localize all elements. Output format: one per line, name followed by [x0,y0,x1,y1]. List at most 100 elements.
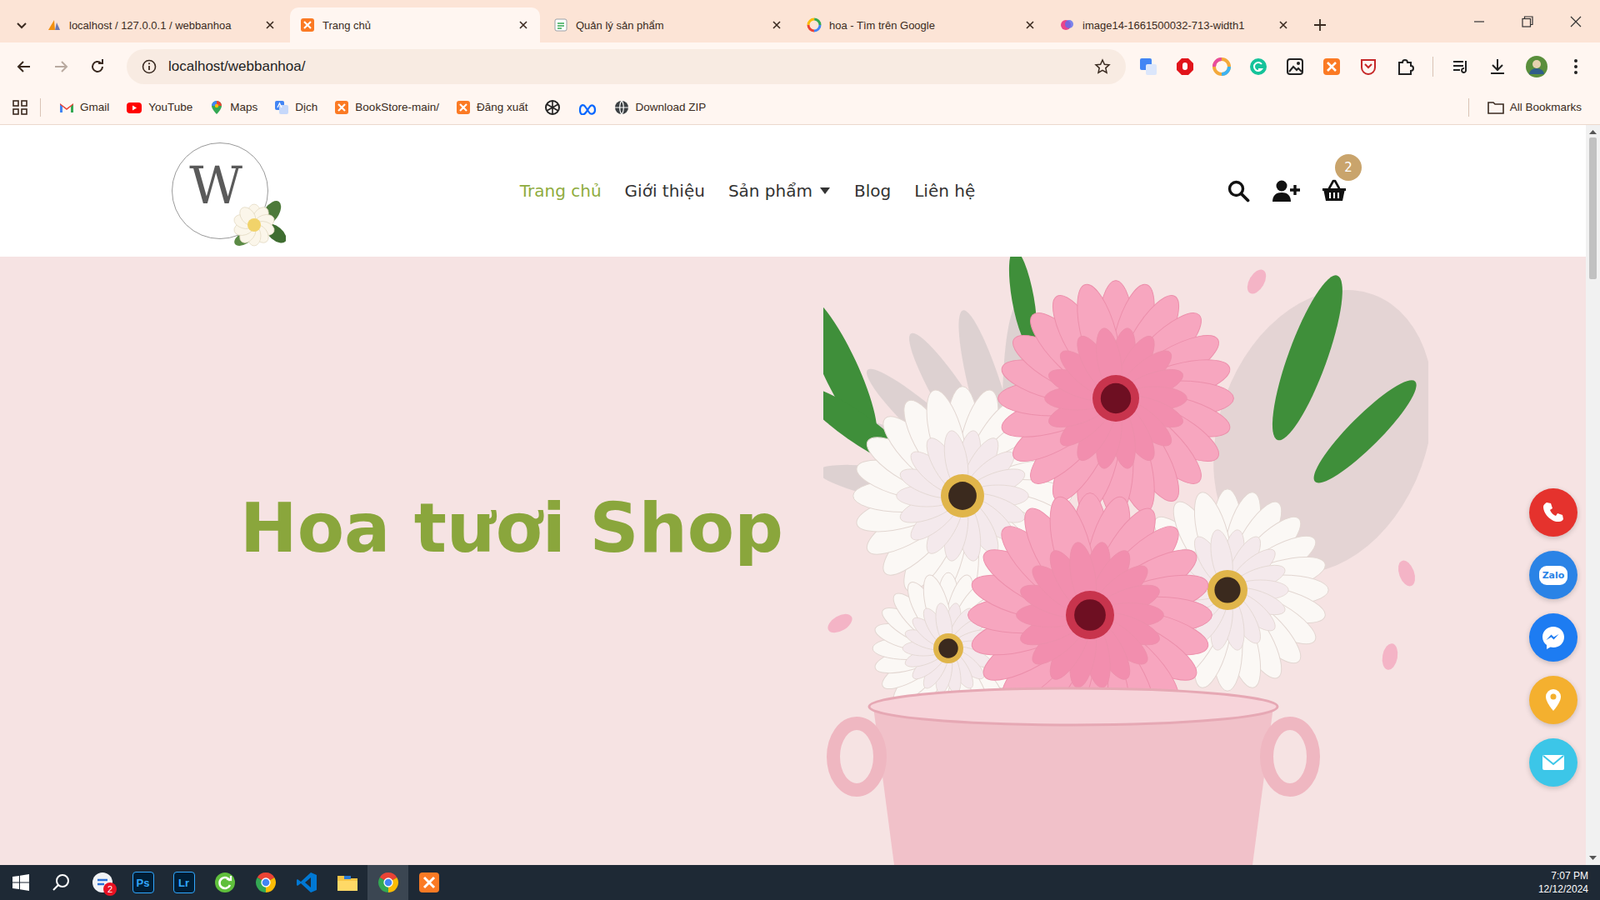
bookmark-label: Maps [230,100,258,114]
info-icon[interactable] [141,59,157,75]
restore-icon [1521,15,1534,28]
main-nav: Trang chủ Giới thiệu Sản phẩm Blog Liên … [268,180,1227,201]
close-icon[interactable] [1023,18,1037,32]
taskbar-app[interactable] [408,865,450,900]
chrome-icon [377,871,400,894]
address-bar[interactable]: localhost/webbanhoa/ [126,49,1126,85]
bookmark[interactable]: YouTube [119,96,200,119]
search-icon[interactable] [1226,179,1250,203]
taskbar-app[interactable] [40,865,82,900]
favicon [46,17,62,33]
minimize-button[interactable] [1455,0,1504,43]
taskbar-app[interactable]: Lr [163,865,205,900]
user-plus-icon[interactable] [1271,179,1300,203]
image-icon [1060,17,1075,33]
image-extension-icon[interactable] [1285,57,1305,76]
taskbar-app[interactable] [285,865,327,900]
location-button[interactable] [1529,675,1578,725]
browser-tab[interactable]: localhost / 127.0.0.1 / webbanhoa [36,7,287,43]
download-icon[interactable] [1488,57,1507,76]
taskbar-app[interactable]: 2 [81,865,123,900]
scrollbar-thumb[interactable] [1589,137,1597,280]
nav-link[interactable]: Liên hệ [914,180,975,201]
scroll-up-icon[interactable] [1589,129,1597,135]
tab-search-button[interactable] [6,7,37,43]
tab-label: localhost / 127.0.0.1 / webbanhoa [69,19,256,32]
profile-avatar-icon[interactable] [1525,55,1549,79]
bookmark[interactable]: Dịch [267,96,325,119]
browser-tab[interactable]: Quản lý sản phẩm [543,7,794,43]
puzzle-icon[interactable] [1395,57,1415,76]
system-clock[interactable]: 7:07 PM 12/12/2024 [1538,869,1600,896]
nav-link[interactable]: Giới thiệu [625,180,705,201]
bookmarks-bar: Gmail YouTube Maps Dịch BookStore-main/ … [0,90,1600,125]
favicon [553,17,569,33]
nav-label: Liên hệ [914,180,975,201]
close-icon[interactable] [516,18,530,32]
bookmark[interactable]: Đăng xuất [449,96,535,119]
grammarly-icon[interactable] [1249,57,1268,76]
nav-link[interactable]: Sản phẩm [728,180,831,201]
lightroom-icon: Lr [173,871,195,894]
close-icon[interactable] [1276,18,1290,32]
shop-logo[interactable]: W [171,142,269,240]
scroll-down-icon[interactable] [1589,855,1597,861]
taskbar-app[interactable]: Ps [122,865,164,900]
messenger-button[interactable] [1529,613,1578,662]
bookmark-label: Đăng xuất [476,100,529,114]
address-text[interactable]: localhost/webbanhoa/ [168,58,305,75]
bookmark[interactable]: Gmail [52,96,116,119]
close-window-button[interactable] [1551,0,1600,43]
close-icon[interactable] [263,18,277,32]
forward-button[interactable] [45,50,77,83]
browser-tab[interactable]: image14-1661500032-713-width1 [1050,7,1300,43]
apps-grid-icon[interactable] [11,99,29,116]
back-button[interactable] [8,50,40,83]
cart-button[interactable]: 2 [1321,179,1347,203]
close-icon[interactable] [770,18,784,32]
hero-title: Hoa tươi Shop [240,488,784,568]
taskbar-app[interactable] [367,865,409,900]
bookmark[interactable] [537,95,568,120]
all-bookmarks-button[interactable]: All Bookmarks [1480,96,1589,119]
taskbar-app[interactable] [204,865,245,900]
minimize-icon [1473,15,1485,28]
folder-icon [1487,100,1505,115]
location-pin-icon [1541,687,1565,713]
zalo-button[interactable]: Zalo [1529,550,1578,600]
email-button[interactable] [1529,738,1578,787]
color-picker-icon[interactable] [1212,57,1231,76]
media-controls-icon[interactable] [1451,57,1470,76]
bookmark-label: Gmail [80,100,110,114]
taskbar-app[interactable] [326,865,368,900]
chrome-icon [255,871,277,894]
xampp-extension-icon[interactable] [1322,57,1341,76]
bookmark[interactable]: BookStore-main/ [327,96,446,119]
reload-button[interactable] [81,50,114,83]
nav-link[interactable]: Trang chủ [520,180,602,201]
menu-dots-icon[interactable] [1566,57,1585,76]
nav-label: Sản phẩm [728,180,813,201]
taskbar: 2Ps Lr 7:07 PM 12/12/2024 [0,865,1600,900]
favicon [806,17,822,33]
translate-icon [274,100,290,115]
star-icon[interactable] [1094,58,1111,75]
taskbar-app[interactable] [0,865,41,900]
bookmark[interactable]: Maps [202,96,265,119]
browser-tab[interactable]: hoa - Tìm trên Google [796,7,1047,43]
xampp-icon [418,871,440,894]
nav-link[interactable]: Blog [854,180,891,201]
scrollbar[interactable] [1585,125,1600,865]
translate-extension-icon[interactable] [1139,57,1158,76]
bookmark[interactable]: Download ZIP [607,96,713,119]
taskbar-app[interactable] [245,865,286,900]
browser-tab[interactable]: Trang chủ [290,7,540,43]
sync-app-icon [214,871,236,894]
restore-button[interactable] [1503,0,1552,43]
separator [1432,56,1434,77]
phone-button[interactable] [1529,488,1578,537]
shield-extension-icon[interactable] [1359,57,1378,76]
adblock-icon[interactable] [1175,57,1195,76]
new-tab-button[interactable] [1303,7,1337,43]
bookmark[interactable] [570,96,605,119]
